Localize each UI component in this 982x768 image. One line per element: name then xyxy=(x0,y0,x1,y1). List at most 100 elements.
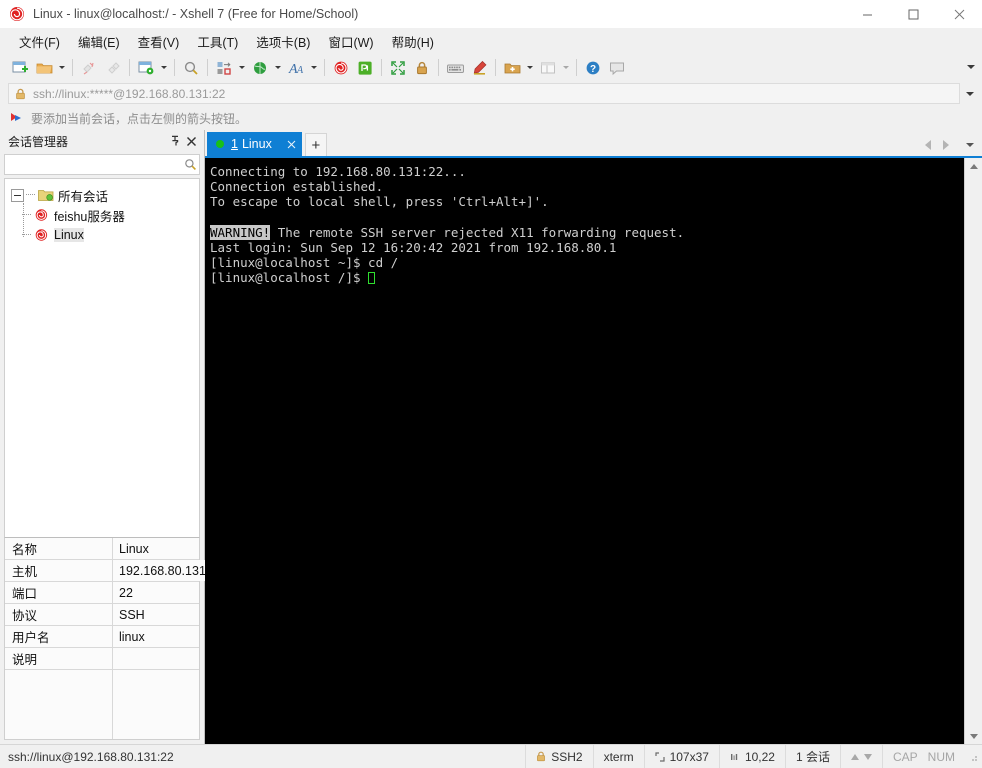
menu-view[interactable]: 查看(V) xyxy=(129,29,189,54)
prev-tab-icon[interactable] xyxy=(920,137,936,153)
terminal-line: Connecting to 192.168.80.131:22... xyxy=(210,164,466,179)
layout-dropdown-icon xyxy=(560,57,572,79)
tree-node-label: 所有会话 xyxy=(58,189,109,204)
pin-icon[interactable] xyxy=(166,133,183,150)
close-panel-icon[interactable] xyxy=(183,133,200,150)
maximize-button[interactable] xyxy=(890,0,936,28)
tree-node-feishu[interactable]: feishu服务器 xyxy=(5,205,199,225)
resize-grip-icon[interactable] xyxy=(967,751,979,763)
add-session-hint-bar: 要添加当前会话，点击左侧的箭头按钮。 xyxy=(0,106,982,130)
tree-node-linux[interactable]: Linux xyxy=(5,225,199,245)
status-num-lock: NUM xyxy=(927,749,955,764)
toolbar-overflow-icon[interactable] xyxy=(964,58,978,76)
toolbar: A A ? xyxy=(0,54,982,81)
globe-dropdown-icon[interactable] xyxy=(272,57,284,79)
session-properties-icon[interactable] xyxy=(134,57,158,79)
address-text: ssh://linux:*****@192.168.80.131:22 xyxy=(33,86,226,101)
highlight-icon[interactable] xyxy=(467,57,491,79)
toolbar-separator xyxy=(72,59,73,76)
toolbar-separator xyxy=(576,59,577,76)
font-dropdown-icon[interactable] xyxy=(308,57,320,79)
menu-tabs[interactable]: 选项卡(B) xyxy=(247,29,319,54)
status-caps-lock: CAP xyxy=(881,745,928,768)
transfer-icon[interactable] xyxy=(212,57,236,79)
terminal-scrollbar[interactable] xyxy=(964,158,982,744)
keyboard-icon[interactable] xyxy=(443,57,467,79)
tab-linux[interactable]: 1 Linux xyxy=(207,132,302,156)
status-terminal-type: xterm xyxy=(592,745,644,768)
scrollbar-track[interactable] xyxy=(965,174,982,728)
tree-node-all-sessions[interactable]: 所有会话 xyxy=(5,185,199,205)
transfer-dropdown-icon[interactable] xyxy=(236,57,248,79)
session-properties-table: 名称 Linux 主机 192.168.80.131 端口 22 协议 SSH … xyxy=(4,537,206,740)
address-input[interactable]: ssh://linux:*****@192.168.80.131:22 xyxy=(8,83,960,104)
add-folder-dropdown-icon[interactable] xyxy=(524,57,536,79)
globe-icon[interactable] xyxy=(248,57,272,79)
xshell-icon[interactable] xyxy=(329,57,353,79)
property-value xyxy=(113,648,199,669)
menu-tools[interactable]: 工具(T) xyxy=(188,29,247,54)
session-search-box[interactable] xyxy=(4,154,200,175)
xshell-session-icon xyxy=(33,207,50,223)
scroll-up-icon[interactable] xyxy=(965,158,982,174)
tree-node-label: Linux xyxy=(54,228,84,242)
fullscreen-icon[interactable] xyxy=(386,57,410,79)
xftp-icon[interactable] xyxy=(353,57,377,79)
menu-window[interactable]: 窗口(W) xyxy=(319,29,382,54)
font-icon[interactable]: A A xyxy=(284,57,308,79)
session-properties-dropdown-icon[interactable] xyxy=(158,57,170,79)
cursor-position-icon xyxy=(730,752,740,762)
window-controls xyxy=(844,0,982,28)
property-value: linux xyxy=(113,626,199,647)
terminal-screen[interactable]: Connecting to 192.168.80.131:22... Conne… xyxy=(205,158,964,744)
new-session-icon[interactable] xyxy=(8,57,32,79)
property-value: 192.168.80.131 xyxy=(113,560,206,581)
add-folder-icon[interactable] xyxy=(500,57,524,79)
property-key: 端口 xyxy=(5,582,113,603)
status-cursor-label: 10,22 xyxy=(744,749,775,764)
new-tab-button[interactable]: + xyxy=(304,133,327,156)
terminal-warning-text: The remote SSH server rejected X11 forwa… xyxy=(270,224,685,240)
help-icon[interactable]: ? xyxy=(581,57,605,79)
next-tab-icon[interactable] xyxy=(938,137,954,153)
table-row: 说明 xyxy=(5,648,199,670)
find-icon[interactable] xyxy=(179,57,203,79)
terminal-line: [linux@localhost ~]$ cd / xyxy=(210,255,399,271)
tree-expander-icon[interactable] xyxy=(11,188,24,202)
search-icon[interactable] xyxy=(181,156,199,173)
session-manager-panel: 会话管理器 所有会话 feishu服务器 Linux 名称 Linux 主机 1… xyxy=(0,130,206,744)
table-row: 主机 192.168.80.131 xyxy=(5,560,206,582)
table-empty-area xyxy=(5,670,199,739)
address-dropdown-icon[interactable] xyxy=(960,84,980,103)
disconnect-icon xyxy=(77,57,101,79)
close-button[interactable] xyxy=(936,0,982,28)
tab-list-icon[interactable] xyxy=(962,137,978,153)
close-icon[interactable] xyxy=(284,136,300,152)
reconnect-icon xyxy=(101,57,125,79)
session-tree[interactable]: 所有会话 feishu服务器 Linux xyxy=(4,178,200,537)
connected-dot-icon xyxy=(216,140,224,148)
lock-icon[interactable] xyxy=(410,57,434,79)
status-bar: ssh://linux@192.168.80.131:22 SSH2 xterm… xyxy=(0,744,982,768)
folder-sessions-icon xyxy=(37,187,54,203)
open-folder-dropdown-icon[interactable] xyxy=(56,57,68,79)
tree-connector-dots xyxy=(26,194,35,196)
session-search-input[interactable] xyxy=(5,156,181,173)
toolbar-separator xyxy=(207,59,208,76)
session-manager-title: 会话管理器 xyxy=(8,134,69,149)
scroll-down-icon[interactable] xyxy=(965,728,982,744)
menu-help[interactable]: 帮助(H) xyxy=(383,29,443,54)
lock-icon xyxy=(15,88,26,100)
terminal-warning-badge: WARNING! xyxy=(210,224,271,240)
minimize-button[interactable] xyxy=(844,0,890,28)
open-folder-icon[interactable] xyxy=(32,57,56,79)
table-row: 用户名 linux xyxy=(5,626,199,648)
status-terminal-size: 107x37 xyxy=(643,745,719,768)
toolbar-separator xyxy=(495,59,496,76)
toolbar-separator xyxy=(129,59,130,76)
tab-bar: 1 Linux + xyxy=(205,130,982,156)
comment-icon[interactable] xyxy=(605,57,629,79)
table-empty-value-column xyxy=(113,670,199,739)
menu-edit[interactable]: 编辑(E) xyxy=(69,29,129,54)
menu-file[interactable]: 文件(F) xyxy=(10,29,69,54)
